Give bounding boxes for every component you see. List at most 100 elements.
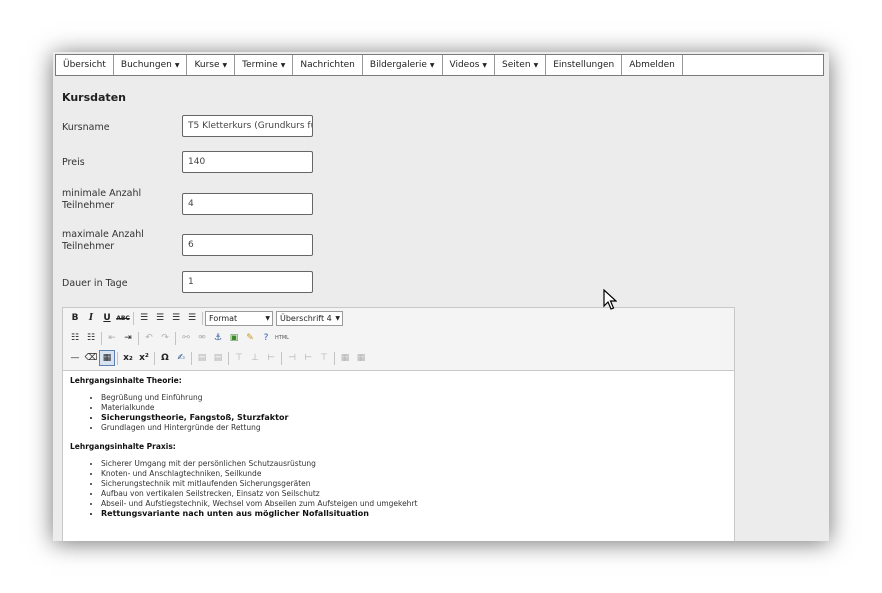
min-participants-input[interactable]: 4	[182, 193, 313, 215]
image-icon[interactable]: ▣	[226, 330, 242, 346]
table-props-icon[interactable]: ▤	[194, 350, 210, 366]
menu-videos[interactable]: Videos ▼	[443, 55, 496, 75]
kursname-label: Kursname	[62, 122, 110, 133]
col-after-icon[interactable]: ⊢	[300, 350, 316, 366]
menu-label: Bildergalerie	[369, 60, 427, 70]
toolbar-separator	[228, 351, 229, 365]
format-select[interactable]: Format ▼	[205, 310, 273, 326]
toolbar-separator	[202, 311, 203, 325]
link-icon[interactable]: ⚯	[178, 330, 194, 346]
split-cells-icon[interactable]: ▦	[337, 350, 353, 366]
preis-input[interactable]: 140	[182, 151, 313, 173]
menu-seiten[interactable]: Seiten ▼	[495, 55, 547, 75]
duration-input[interactable]: 1	[182, 271, 313, 293]
menu-nachrichten[interactable]: Nachrichten	[293, 55, 363, 75]
caret-down-icon: ▼	[533, 61, 539, 69]
delete-col-icon[interactable]: ⊤	[316, 350, 332, 366]
section-title: Kursdaten	[62, 91, 126, 104]
undo-icon[interactable]: ↶	[141, 330, 157, 346]
menu-label: Einstellungen	[553, 60, 615, 70]
min-participants-label: minimale Anzahl Teilnehmer	[62, 188, 142, 211]
preis-label: Preis	[62, 157, 85, 168]
cleanup-icon[interactable]: ✎	[242, 330, 258, 346]
toolbar-separator	[175, 331, 176, 345]
menu-label: Termine	[242, 60, 278, 70]
caret-down-icon: ▼	[482, 61, 488, 69]
menu-label: Buchungen	[120, 60, 172, 70]
caret-down-icon: ▼	[222, 61, 228, 69]
list-item: Knoten- und Anschlagtechniken, Seilkunde	[101, 469, 727, 479]
max-participants-label: maximale Anzahl Teilnehmer	[62, 229, 144, 252]
menu-label: Seiten	[502, 60, 531, 70]
menu-einstellungen[interactable]: Einstellungen	[546, 55, 623, 75]
practice-list: Sicherer Umgang mit der persönlichen Sch…	[70, 459, 727, 519]
toolbar-separator	[154, 351, 155, 365]
italic-icon[interactable]: I	[83, 310, 99, 326]
align-left-icon[interactable]: ☰	[136, 310, 152, 326]
strikethrough-icon[interactable]: ABC	[115, 310, 131, 326]
merge-cells-icon[interactable]: ▦	[353, 350, 369, 366]
caret-down-icon: ▼	[280, 61, 286, 69]
align-center-icon[interactable]: ☰	[152, 310, 168, 326]
superscript-icon[interactable]: x²	[136, 350, 152, 366]
toolbar-row-3: — ⌫ ▦ x₂ x² Ω ✍ ▤ ▤ ⊤ ⊥ ⊢ ⊣ ⊢ ⊤ ▦ ▦	[67, 350, 369, 366]
list-item: Sicherungstheorie, Fangstoß, Sturzfaktor	[101, 413, 727, 423]
underline-icon[interactable]: U	[99, 310, 115, 326]
menu-buchungen[interactable]: Buchungen ▼	[114, 55, 188, 75]
format-select-value: Format	[209, 313, 238, 323]
list-item: Sicherungstechnik mit mitlaufenden Siche…	[101, 479, 727, 489]
toolbar-separator	[138, 331, 139, 345]
mouse-pointer-icon	[603, 289, 617, 310]
toolbar-row-1: B I U ABC ☰ ☰ ☰ ☰ Format ▼ Überschrift 4 ▼	[67, 310, 346, 326]
toolbar-separator	[133, 311, 134, 325]
visual-aid-icon[interactable]: ▦	[99, 350, 115, 366]
col-before-icon[interactable]: ⊣	[284, 350, 300, 366]
bold-icon[interactable]: B	[67, 310, 83, 326]
anchor-icon[interactable]: ⚓	[210, 330, 226, 346]
menu-label: Übersicht	[63, 60, 106, 70]
delete-row-icon[interactable]: ⊢	[263, 350, 279, 366]
outdent-icon[interactable]: ⇤	[104, 330, 120, 346]
list-item: Materialkunde	[101, 403, 727, 413]
heading-select[interactable]: Überschrift 4 ▼	[276, 310, 343, 326]
row-before-icon[interactable]: ⊤	[231, 350, 247, 366]
remove-format-icon[interactable]: ⌫	[83, 350, 99, 366]
kursname-input[interactable]: T5 Kletterkurs (Grundkurs fü	[182, 115, 313, 137]
list-item: Rettungsvariante nach unten aus mögliche…	[101, 509, 727, 519]
editor-content[interactable]: Lehrgangsinhalte Theorie: Begrüßung und …	[63, 370, 734, 541]
menu-kurse[interactable]: Kurse ▼	[187, 55, 236, 75]
menu-termine[interactable]: Termine ▼	[235, 55, 294, 75]
html-icon[interactable]: HTML	[274, 330, 290, 346]
list-item: Sicherer Umgang mit der persönlichen Sch…	[101, 459, 727, 469]
horizontal-rule-icon[interactable]: —	[67, 350, 83, 366]
caret-down-icon: ▼	[429, 61, 435, 69]
numbered-list-icon[interactable]: ☷	[83, 330, 99, 346]
chevron-down-icon: ▼	[335, 314, 340, 322]
edit-icon[interactable]: ✍	[173, 350, 189, 366]
admin-window: Übersicht Buchungen ▼ Kurse ▼ Termine ▼ Nac…	[53, 52, 829, 541]
subscript-icon[interactable]: x₂	[120, 350, 136, 366]
max-participants-input[interactable]: 6	[182, 234, 313, 256]
cell-props-icon[interactable]: ▤	[210, 350, 226, 366]
menu-uebersicht[interactable]: Übersicht	[56, 55, 114, 75]
list-item: Aufbau von vertikalen Seilstrecken, Eins…	[101, 489, 727, 499]
toolbar-separator	[101, 331, 102, 345]
row-after-icon[interactable]: ⊥	[247, 350, 263, 366]
special-char-icon[interactable]: Ω	[157, 350, 173, 366]
align-right-icon[interactable]: ☰	[168, 310, 184, 326]
list-item: Abseil- und Aufstiegstechnik, Wechsel vo…	[101, 499, 727, 509]
menu-abmelden[interactable]: Abmelden	[622, 55, 683, 75]
toolbar-separator	[117, 351, 118, 365]
menu-bildergalerie[interactable]: Bildergalerie ▼	[363, 55, 443, 75]
help-icon[interactable]: ?	[258, 330, 274, 346]
menu-label: Kurse	[194, 60, 220, 70]
indent-icon[interactable]: ⇥	[120, 330, 136, 346]
bullet-list-icon[interactable]: ☷	[67, 330, 83, 346]
duration-label: Dauer in Tage	[62, 278, 128, 289]
list-item: Grundlagen und Hintergründe der Rettung	[101, 423, 727, 433]
align-justify-icon[interactable]: ☰	[184, 310, 200, 326]
unlink-icon[interactable]: ⚮	[194, 330, 210, 346]
redo-icon[interactable]: ↷	[157, 330, 173, 346]
theory-heading: Lehrgangsinhalte Theorie:	[70, 376, 182, 385]
menu-label: Abmelden	[629, 60, 675, 70]
